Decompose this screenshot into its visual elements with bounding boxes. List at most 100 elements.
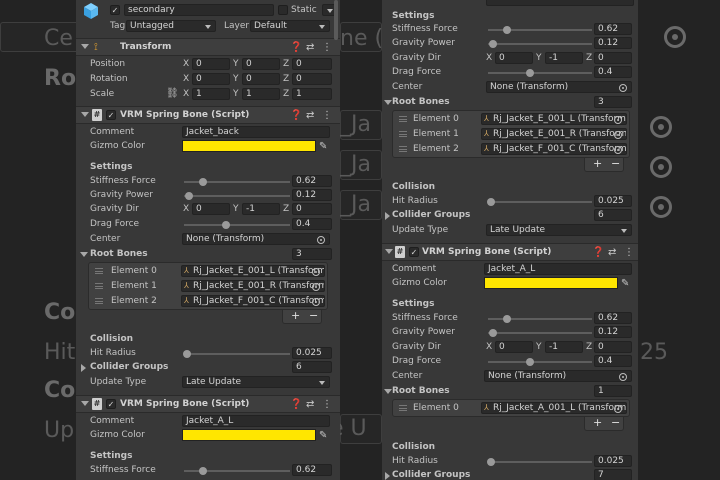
preset-icon[interactable]: ⇄ [306,399,314,410]
gizmo-color-swatch[interactable] [484,277,618,289]
root-bones-count-input[interactable]: 3 [594,96,632,108]
static-checkbox[interactable] [278,5,288,15]
gravity-dir-x-input[interactable]: 0 [495,52,533,64]
list-item[interactable]: Element 0 ⅄ Rj_Jacket_E_001_L (Transform… [393,113,629,127]
fold-arrow-icon[interactable] [81,364,86,372]
help-icon[interactable]: ❓ [290,110,302,121]
gizmo-color-swatch[interactable] [182,429,316,441]
help-icon[interactable]: ❓ [290,399,302,410]
drag-handle-icon[interactable] [399,116,407,122]
drag-handle-icon[interactable] [399,146,407,152]
element-object-field[interactable]: ⅄ Rj_Jacket_E_001_L (Transform) [181,265,325,277]
object-picker-icon[interactable] [614,146,622,154]
list-item[interactable]: Element 2 ⅄ Rj_Jacket_F_001_C (Transform… [89,295,327,309]
object-picker-icon[interactable] [312,283,320,291]
element-object-field[interactable]: ⅄ Rj_Jacket_F_001_C (Transform) [181,295,325,307]
gizmo-color-swatch[interactable] [182,140,316,152]
fold-arrow-icon[interactable] [81,401,89,406]
list-item[interactable]: Element 0 ⅄ Rj_Jacket_E_001_L (Transform… [89,265,327,279]
gravity-dir-y-input[interactable]: -1 [545,341,583,353]
eyedropper-icon[interactable]: ✎ [319,430,327,441]
preset-icon[interactable]: ⇄ [306,110,314,121]
fold-arrow-icon[interactable] [384,100,392,105]
fold-arrow-icon[interactable] [385,212,390,220]
element-object-field[interactable]: ⅄ Rj_Jacket_E_001_R (Transform) [181,280,325,292]
component-enabled-checkbox[interactable]: ✓ [409,247,419,257]
fold-arrow-icon[interactable] [385,472,390,480]
rotation-z-input[interactable]: 0 [292,73,332,85]
scale-y-input[interactable]: 1 [242,88,280,100]
gravity-power-input[interactable]: 0.12 [594,326,632,338]
hit-radius-input[interactable]: 0.025 [594,455,632,467]
cut-off-field[interactable] [486,0,634,6]
component-enabled-checkbox[interactable]: ✓ [106,399,116,409]
list-item[interactable]: Element 2 ⅄ Rj_Jacket_F_001_C (Transform… [393,143,629,157]
drag-force-input[interactable]: 0.4 [594,355,632,367]
add-element-button[interactable]: + [593,417,602,429]
list-item[interactable]: Element 1 ⅄ Rj_Jacket_E_001_R (Transform… [393,128,629,142]
stiffness-slider-handle[interactable] [199,178,208,186]
add-element-button[interactable]: + [291,310,300,322]
gravity-power-slider-track[interactable] [184,195,290,197]
fold-arrow-icon[interactable] [81,112,89,117]
transform-header[interactable]: ⟟ Transform ❓ ⇄ ⋮ [76,38,340,56]
preset-icon[interactable]: ⇄ [306,42,314,53]
scale-x-input[interactable]: 1 [192,88,230,100]
hit-radius-slider-handle[interactable] [183,350,192,358]
position-x-input[interactable]: 0 [192,58,230,70]
object-picker-icon[interactable] [317,236,325,244]
object-picker-icon[interactable] [614,405,622,413]
more-icon[interactable]: ⋮ [322,110,332,121]
more-icon[interactable]: ⋮ [322,42,332,53]
stiffness-slider-handle[interactable] [502,26,511,34]
spring-bone-header[interactable]: # ✓ VRM Spring Bone (Script) ❓ ⇄ ⋮ [76,106,340,124]
hit-radius-slider-handle[interactable] [487,458,496,466]
drag-handle-icon[interactable] [399,405,407,411]
stiffness-input[interactable]: 0.62 [594,312,632,324]
gravity-dir-y-input[interactable]: -1 [545,52,583,64]
object-picker-icon[interactable] [614,131,622,139]
object-picker-icon[interactable] [619,84,627,92]
element-object-field[interactable]: ⅄ Rj_Jacket_A_001_L (Transform) [481,402,627,414]
scrollbar-thumb[interactable] [334,0,338,40]
fold-arrow-icon[interactable] [81,44,89,49]
drag-force-slider-track[interactable] [184,224,290,226]
gravity-power-slider-handle[interactable] [489,329,498,337]
stiffness-input[interactable]: 0.62 [292,175,332,187]
tag-dropdown[interactable]: Untagged [126,20,216,32]
gravity-dir-z-input[interactable]: 0 [292,203,332,215]
help-icon[interactable]: ❓ [290,42,302,53]
collider-groups-count-input[interactable]: 6 [292,361,332,373]
drag-force-slider-handle[interactable] [222,221,231,229]
scale-z-input[interactable]: 1 [292,88,332,100]
stiffness-slider-handle[interactable] [502,315,511,323]
drag-force-slider-handle[interactable] [525,69,534,77]
gravity-power-input[interactable]: 0.12 [292,189,332,201]
more-icon[interactable]: ⋮ [322,399,332,410]
hit-radius-input[interactable]: 0.025 [594,195,632,207]
fold-arrow-icon[interactable] [385,249,393,254]
add-element-button[interactable]: + [593,158,602,170]
list-item[interactable]: Element 0 ⅄ Rj_Jacket_A_001_L (Transform… [393,402,629,416]
collider-groups-count-input[interactable]: 7 [594,469,632,480]
rotation-x-input[interactable]: 0 [192,73,230,85]
root-bones-count-input[interactable]: 1 [594,385,632,397]
hit-radius-input[interactable]: 0.025 [292,347,332,359]
element-object-field[interactable]: ⅄ Rj_Jacket_E_001_R (Transform) [481,128,627,140]
gravity-power-slider-handle[interactable] [489,40,498,48]
drag-force-slider-handle[interactable] [525,358,534,366]
stiffness-input[interactable]: 0.62 [292,464,332,476]
hit-radius-slider-handle[interactable] [487,198,496,206]
drag-force-slider-track[interactable] [488,72,592,74]
position-z-input[interactable]: 0 [292,58,332,70]
drag-force-input[interactable]: 0.4 [292,218,332,230]
component-enabled-checkbox[interactable]: ✓ [106,110,116,120]
remove-element-button[interactable]: − [611,158,620,170]
object-picker-icon[interactable] [614,116,622,124]
eyedropper-icon[interactable]: ✎ [621,278,629,289]
drag-force-slider-track[interactable] [488,361,592,363]
center-object-field[interactable]: None (Transform) [484,370,632,382]
gravity-dir-z-input[interactable]: 0 [594,341,632,353]
object-name-input[interactable]: secondary [124,4,274,16]
eyedropper-icon[interactable]: ✎ [319,141,327,152]
